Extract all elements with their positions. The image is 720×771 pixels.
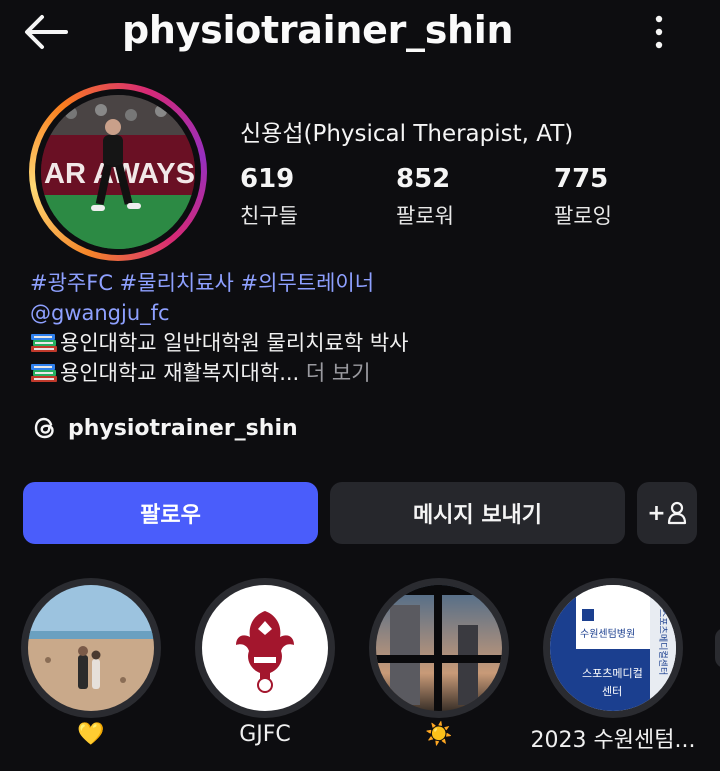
top-bar: physiotrainer_shin	[0, 0, 720, 64]
stat-friends[interactable]: 619 친구들	[240, 164, 298, 230]
send-message-button[interactable]: 메시지 보내기	[330, 482, 625, 544]
story-ring[interactable]: AR AWAYS	[29, 83, 207, 261]
highlight-label: GJFC	[239, 722, 291, 747]
highlight-label: 2023 수원센텀...	[530, 728, 696, 753]
bio-line-text: 용인대학교 일반대학원 물리치료학 박사	[60, 331, 409, 355]
stat-label: 친구들	[240, 204, 298, 228]
stat-value: 852	[396, 164, 451, 194]
signage-text: 수원센텀병원	[580, 628, 635, 640]
page-title: physiotrainer_shin	[122, 8, 514, 52]
highlight-2[interactable]	[195, 578, 335, 718]
stat-label: 팔로잉	[554, 204, 612, 228]
arrow-left-icon	[25, 15, 68, 49]
highlight-cover: 수원센텀병원 스포츠메디컬 센터 스포츠메디컬센터	[550, 585, 676, 711]
add-user-button[interactable]: +	[637, 482, 697, 544]
stat-following[interactable]: 775 팔로잉	[554, 164, 612, 230]
highlight-label: ☀️	[425, 722, 453, 747]
stat-followers[interactable]: 852 팔로워	[396, 164, 454, 230]
bio-line-text: 용인대학교 재활복지대학...	[60, 361, 300, 385]
highlight-5-partial[interactable]	[715, 628, 720, 668]
see-more-link[interactable]: 더 보기	[306, 361, 371, 385]
stat-value: 775	[554, 164, 609, 194]
profile-page: physiotrainer_shin AR AWAYS 신용섭(Physical…	[0, 0, 720, 771]
highlight-3[interactable]	[369, 578, 509, 718]
highlight-cover	[28, 585, 154, 711]
more-options-button[interactable]	[645, 12, 673, 52]
follow-button[interactable]: 팔로우	[23, 482, 318, 544]
stat-value: 619	[240, 164, 295, 194]
avatar: AR AWAYS	[41, 95, 195, 249]
highlight-cover	[376, 585, 502, 711]
threads-icon	[34, 417, 54, 439]
books-emoji-icon	[31, 334, 57, 352]
signage-text: 센터	[602, 685, 622, 698]
bio-line: 용인대학교 일반대학원 물리치료학 박사	[30, 328, 408, 358]
bio: #광주FC #물리치료사 #의무트레이너 @gwangju_fc 용인대학교 일…	[30, 268, 408, 388]
threads-link[interactable]: physiotrainer_shin	[32, 412, 298, 444]
highlight-cover	[202, 585, 328, 711]
highlight-4[interactable]: 수원센텀병원 스포츠메디컬 센터 스포츠메디컬센터	[543, 578, 683, 718]
plus-label: +	[647, 500, 666, 526]
books-emoji-icon	[31, 364, 57, 382]
bio-mention-link[interactable]: @gwangju_fc	[30, 298, 408, 328]
more-vertical-icon	[655, 15, 663, 49]
display-name: 신용섭(Physical Therapist, AT)	[240, 121, 574, 147]
gjfc-logo-icon	[236, 611, 294, 693]
highlight-1[interactable]	[21, 578, 161, 718]
signage-text: 스포츠메디컬	[582, 667, 643, 680]
threads-handle: physiotrainer_shin	[68, 415, 298, 441]
person-icon	[667, 501, 686, 525]
bio-line: 용인대학교 재활복지대학... 더 보기	[30, 358, 408, 388]
back-button[interactable]	[22, 12, 70, 52]
bio-hashtags[interactable]: #광주FC #물리치료사 #의무트레이너	[30, 268, 408, 298]
stat-label: 팔로워	[396, 204, 454, 228]
signage-text: 스포츠메디컬센터	[657, 609, 668, 675]
highlight-label: 💛	[77, 722, 105, 747]
